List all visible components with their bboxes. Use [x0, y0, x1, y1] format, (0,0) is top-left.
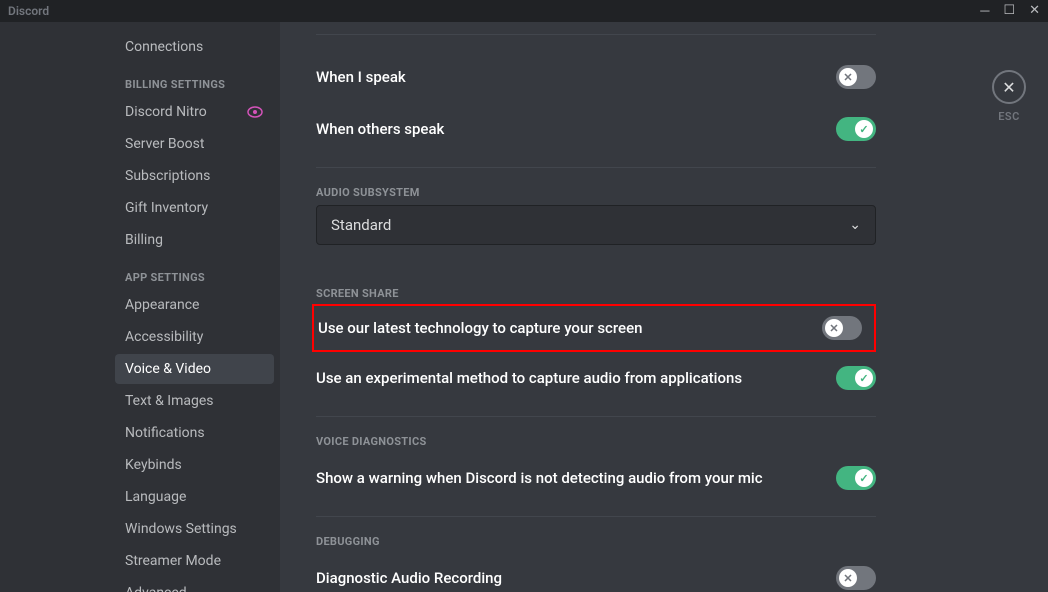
setting-label: Diagnostic Audio Recording: [316, 569, 502, 587]
divider: [316, 34, 876, 35]
divider: [316, 516, 876, 517]
nitro-icon: [246, 105, 264, 119]
sidebar-item-label: Streamer Mode: [125, 553, 221, 569]
toggle-latest-capture-tech[interactable]: ✕: [822, 316, 862, 340]
sidebar-item-subscriptions[interactable]: Subscriptions: [115, 161, 274, 191]
sidebar-item-text-images[interactable]: Text & Images: [115, 386, 274, 416]
setting-voice-warning: Show a warning when Discord is not detec…: [316, 452, 876, 504]
sidebar-item-label: Server Boost: [125, 136, 204, 152]
chevron-down-icon: ⌄: [849, 217, 861, 233]
sidebar-item-connections[interactable]: Connections: [115, 32, 274, 62]
toggle-when-i-speak[interactable]: ✕: [836, 65, 876, 89]
sidebar-item-label: Language: [125, 489, 186, 505]
app-body: Connections BILLING SETTINGS Discord Nit…: [0, 22, 1048, 592]
sidebar-item-label: Keybinds: [125, 457, 182, 473]
sidebar-item-windows-settings[interactable]: Windows Settings: [115, 514, 274, 544]
section-header-audio-subsystem: AUDIO SUBSYSTEM: [316, 186, 876, 199]
sidebar-item-accessibility[interactable]: Accessibility: [115, 322, 274, 352]
sidebar-item-label: Appearance: [125, 297, 199, 313]
sidebar-item-billing[interactable]: Billing: [115, 225, 274, 255]
close-window-button[interactable]: ✕: [1029, 3, 1040, 19]
minimize-button[interactable]: ─: [980, 3, 989, 19]
titlebar: Discord ─ ☐ ✕: [0, 0, 1048, 22]
setting-experimental-audio: Use an experimental method to capture au…: [316, 352, 876, 404]
x-icon: ✕: [829, 322, 838, 335]
setting-when-i-speak: When I speak ✕: [316, 51, 876, 103]
sidebar-item-label: Advanced: [125, 585, 187, 592]
close-settings-button[interactable]: ✕ ESC: [992, 70, 1026, 123]
check-icon: ✓: [859, 123, 868, 136]
esc-label: ESC: [998, 110, 1020, 123]
divider: [316, 167, 876, 168]
toggle-voice-warning[interactable]: ✓: [836, 466, 876, 490]
sidebar-item-voice-video[interactable]: Voice & Video: [115, 354, 274, 384]
sidebar-item-label: Windows Settings: [125, 521, 237, 537]
sidebar-item-label: Text & Images: [125, 393, 214, 409]
settings-sidebar: Connections BILLING SETTINGS Discord Nit…: [0, 22, 280, 592]
sidebar-item-nitro[interactable]: Discord Nitro: [115, 97, 274, 127]
toggle-diag-recording[interactable]: ✕: [836, 566, 876, 590]
setting-latest-capture-tech: Use our latest technology to capture you…: [314, 314, 862, 342]
sidebar-item-label: Subscriptions: [125, 168, 210, 184]
check-icon: ✓: [859, 372, 868, 385]
toggle-experimental-audio[interactable]: ✓: [836, 366, 876, 390]
divider: [316, 416, 876, 417]
sidebar-item-label: Voice & Video: [125, 361, 211, 377]
setting-diag-recording: Diagnostic Audio Recording ✕: [316, 552, 876, 592]
maximize-button[interactable]: ☐: [1003, 3, 1015, 19]
audio-subsystem-select[interactable]: Standard ⌄: [316, 205, 876, 245]
sidebar-header-billing: BILLING SETTINGS: [115, 64, 274, 97]
setting-label: When I speak: [316, 68, 406, 86]
check-icon: ✓: [859, 472, 868, 485]
sidebar-header-app: APP SETTINGS: [115, 257, 274, 290]
window-controls: ─ ☐ ✕: [980, 3, 1040, 19]
sidebar-item-notifications[interactable]: Notifications: [115, 418, 274, 448]
close-icon: ✕: [992, 70, 1026, 104]
sidebar-item-advanced[interactable]: Advanced: [115, 578, 274, 592]
x-icon: ✕: [843, 572, 852, 585]
section-header-voice-diag: VOICE DIAGNOSTICS: [316, 435, 876, 448]
sidebar-item-appearance[interactable]: Appearance: [115, 290, 274, 320]
app-title: Discord: [8, 4, 49, 18]
sidebar-item-boost[interactable]: Server Boost: [115, 129, 274, 159]
setting-when-others-speak: When others speak ✓: [316, 103, 876, 155]
sidebar-item-label: Accessibility: [125, 329, 203, 345]
toggle-when-others-speak[interactable]: ✓: [836, 117, 876, 141]
select-value: Standard: [331, 216, 391, 234]
setting-label: When others speak: [316, 120, 444, 138]
sidebar-item-label: Discord Nitro: [125, 104, 207, 120]
sidebar-item-gift-inventory[interactable]: Gift Inventory: [115, 193, 274, 223]
setting-label: Use our latest technology to capture you…: [314, 319, 642, 337]
settings-main: When I speak ✕ When others speak ✓ AUDIO…: [280, 22, 1048, 592]
setting-label: Show a warning when Discord is not detec…: [316, 469, 763, 487]
section-header-debugging: DEBUGGING: [316, 535, 876, 548]
sidebar-item-label: Notifications: [125, 425, 205, 441]
sidebar-item-language[interactable]: Language: [115, 482, 274, 512]
sidebar-item-keybinds[interactable]: Keybinds: [115, 450, 274, 480]
sidebar-item-label: Connections: [125, 39, 203, 55]
highlighted-setting: Use our latest technology to capture you…: [312, 304, 876, 352]
section-header-screen-share: SCREEN SHARE: [316, 287, 876, 300]
sidebar-item-streamer-mode[interactable]: Streamer Mode: [115, 546, 274, 576]
sidebar-item-label: Billing: [125, 232, 163, 248]
setting-label: Use an experimental method to capture au…: [316, 369, 742, 387]
sidebar-item-label: Gift Inventory: [125, 200, 208, 216]
x-icon: ✕: [843, 71, 852, 84]
